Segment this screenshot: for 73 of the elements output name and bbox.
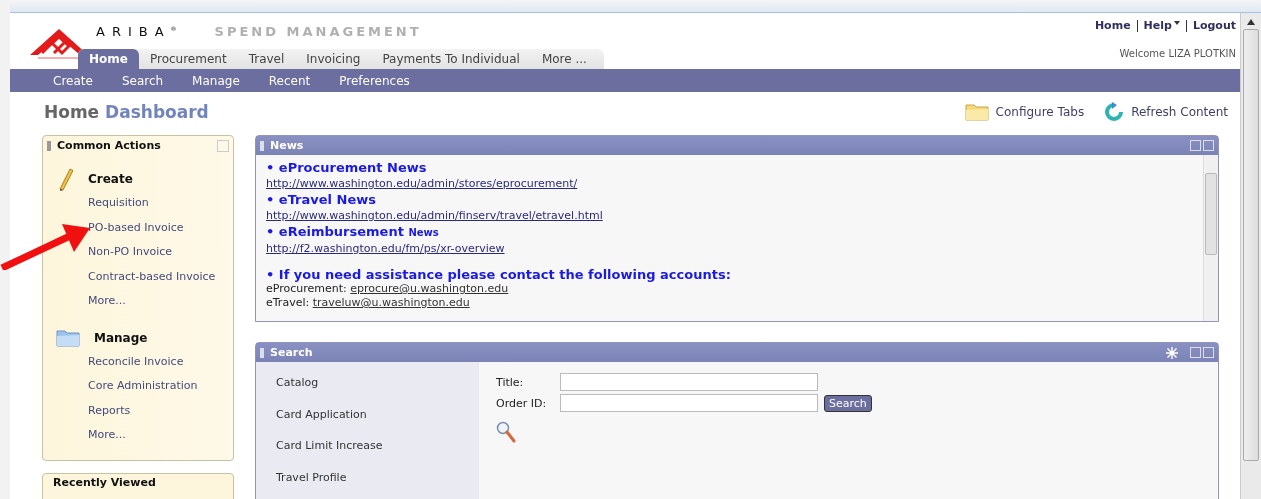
close-icon[interactable]	[217, 139, 229, 152]
drag-handle-icon[interactable]	[260, 347, 264, 358]
news-link[interactable]: http://www.washington.edu/admin/stores/eprocurement/	[266, 175, 1193, 192]
search-button[interactable]: Search	[824, 394, 872, 412]
pencil-icon	[56, 167, 74, 191]
panel-title: Common Actions	[57, 139, 161, 152]
input-field[interactable]	[560, 373, 818, 391]
section-heading: Manage	[94, 330, 148, 345]
panel-title: Search	[270, 346, 313, 359]
drag-handle-icon[interactable]	[47, 140, 51, 151]
menu-item[interactable]: Manage	[192, 73, 240, 88]
header-link[interactable]: Logout	[1192, 19, 1236, 32]
action-link[interactable]: Contract-based Invoice	[88, 264, 233, 289]
action-link[interactable]: More...	[88, 423, 233, 448]
panel-title: News	[270, 139, 304, 152]
nav-tab[interactable]: Home	[78, 49, 139, 69]
close-icon[interactable]	[1203, 347, 1214, 358]
menu-item[interactable]: Create	[53, 73, 93, 88]
category-link[interactable]: Catalog	[276, 376, 479, 408]
search-icon[interactable]	[496, 421, 516, 443]
toolbar-link[interactable]: Configure Tabs	[964, 102, 1085, 122]
action-link[interactable]: Reconcile Invoice	[88, 349, 233, 374]
news-heading: • If you need assistance please contact the following accounts:	[266, 267, 732, 282]
category-link[interactable]: Card Application	[276, 407, 479, 439]
input-field[interactable]	[560, 394, 818, 412]
nav-tab[interactable]: Procurement	[138, 49, 238, 69]
menu-item[interactable]: Search	[121, 73, 164, 88]
field-label: Title:	[496, 375, 525, 389]
header-link[interactable]: Home	[1094, 19, 1131, 32]
section-heading: Create	[88, 172, 133, 186]
folder-icon	[56, 328, 80, 347]
refresh-icon	[1104, 102, 1125, 122]
brand-name: ARIBA$^{®}$	[96, 24, 177, 39]
sparkle-icon[interactable]	[1166, 346, 1178, 359]
folder-icon	[964, 103, 989, 121]
action-link[interactable]: Reports	[88, 398, 233, 423]
scroll-up-arrow-icon[interactable]	[1247, 19, 1255, 25]
field-label: Order ID:	[496, 396, 548, 410]
email-link[interactable]: eprocure@u.washington.edu	[350, 282, 509, 295]
nav-tab[interactable]: More ...	[530, 49, 598, 69]
page-title: Home Dashboard	[44, 102, 209, 122]
news-heading: • eReimbursement News	[266, 224, 440, 240]
contact-label: eProcurement:	[266, 282, 347, 295]
panel-title: Recently Viewed	[53, 476, 156, 489]
menu-item[interactable]: Recent	[268, 73, 311, 88]
nav-tab[interactable]: Payments To Individual	[371, 49, 531, 69]
news-link[interactable]: http://www.washington.edu/admin/finserv/travel/etravel.html	[266, 207, 1193, 224]
toolbar-link[interactable]: Refresh Content	[1104, 102, 1228, 122]
nav-tab[interactable]: Travel	[237, 49, 296, 69]
action-link[interactable]: PO-based Invoice	[88, 215, 233, 240]
header-link[interactable]: Help	[1143, 19, 1180, 32]
welcome-text: Welcome LIZA PLOTKIN	[1119, 48, 1236, 59]
product-name: SPEND MANAGEMENT	[214, 24, 422, 39]
minimize-icon[interactable]	[1190, 347, 1201, 358]
news-heading: • eTravel News	[266, 192, 377, 207]
email-link[interactable]: traveluw@u.washington.edu	[312, 296, 470, 309]
minimize-icon[interactable]	[1190, 140, 1201, 151]
news-heading: • eProcurement News	[266, 160, 428, 175]
category-link[interactable]: Card Limit Increase	[276, 439, 479, 471]
category-link[interactable]: Travel Profile	[276, 470, 479, 499]
news-link[interactable]: http://f2.washington.edu/fm/ps/xr-overview	[266, 240, 1193, 257]
nav-tab[interactable]: Invoicing	[295, 49, 372, 69]
drag-handle-icon[interactable]	[260, 140, 264, 151]
scrollbar[interactable]	[1203, 155, 1218, 321]
scrollbar[interactable]	[1240, 13, 1261, 499]
action-link[interactable]: More...	[88, 289, 233, 314]
menu-item[interactable]: Preferences	[339, 73, 410, 88]
action-link[interactable]: Requisition	[88, 191, 233, 216]
close-icon[interactable]	[1203, 140, 1214, 151]
contact-label: eTravel:	[266, 296, 310, 309]
action-link[interactable]: Core Administration	[88, 374, 233, 399]
caret-icon	[1173, 21, 1180, 25]
action-link[interactable]: Non-PO Invoice	[88, 240, 233, 265]
